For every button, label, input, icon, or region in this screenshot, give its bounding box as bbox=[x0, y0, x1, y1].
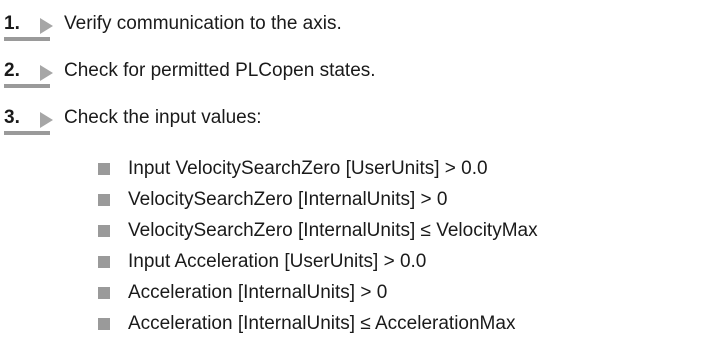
step-number-underline bbox=[4, 37, 50, 41]
list-item: VelocitySearchZero [InternalUnits] ≤ Vel… bbox=[98, 215, 538, 246]
list-item: Input VelocitySearchZero [UserUnits] > 0… bbox=[98, 153, 538, 184]
step-number-text: 2. bbox=[4, 60, 20, 81]
step-text: Check the input values: bbox=[64, 107, 262, 128]
list-item: Input Acceleration [UserUnits] > 0.0 bbox=[98, 246, 538, 277]
instruction-document: 1. Verify communication to the axis. 2. … bbox=[0, 0, 705, 347]
list-item-text: Input Acceleration [UserUnits] > 0.0 bbox=[128, 250, 427, 272]
square-bullet-icon bbox=[98, 255, 110, 268]
square-bullet-icon bbox=[98, 193, 110, 206]
arrow-right-icon bbox=[40, 65, 53, 81]
step-text: Verify communication to the axis. bbox=[64, 13, 342, 34]
square-bullet-icon bbox=[98, 162, 110, 175]
step-number-underline bbox=[4, 131, 50, 135]
step-1: 1. Verify communication to the axis. bbox=[4, 9, 342, 41]
list-item-text: Acceleration [InternalUnits] ≤ Accelerat… bbox=[128, 312, 516, 334]
list-item: VelocitySearchZero [InternalUnits] > 0 bbox=[98, 184, 538, 215]
square-bullet-icon bbox=[98, 317, 110, 330]
square-bullet-icon bbox=[98, 224, 110, 237]
step-number-text: 1. bbox=[4, 13, 20, 34]
list-item: Acceleration [InternalUnits] ≤ Accelerat… bbox=[98, 308, 538, 339]
step-number: 2. bbox=[4, 60, 50, 88]
step-number-text: 3. bbox=[4, 107, 20, 128]
step-text: Check for permitted PLCopen states. bbox=[64, 60, 376, 81]
square-bullet-icon bbox=[98, 286, 110, 299]
input-value-checks-list: Input VelocitySearchZero [UserUnits] > 0… bbox=[98, 153, 538, 339]
step-number: 1. bbox=[4, 13, 50, 41]
arrow-right-icon bbox=[40, 18, 53, 34]
list-item: Acceleration [InternalUnits] > 0 bbox=[98, 277, 538, 308]
step-number: 3. bbox=[4, 107, 50, 135]
list-item-text: VelocitySearchZero [InternalUnits] > 0 bbox=[128, 188, 448, 210]
list-item-text: Acceleration [InternalUnits] > 0 bbox=[128, 281, 388, 303]
step-2: 2. Check for permitted PLCopen states. bbox=[4, 56, 376, 88]
arrow-right-icon bbox=[40, 112, 53, 128]
step-3: 3. Check the input values: bbox=[4, 103, 262, 135]
step-number-underline bbox=[4, 84, 50, 88]
list-item-text: Input VelocitySearchZero [UserUnits] > 0… bbox=[128, 157, 488, 179]
list-item-text: VelocitySearchZero [InternalUnits] ≤ Vel… bbox=[128, 219, 538, 241]
